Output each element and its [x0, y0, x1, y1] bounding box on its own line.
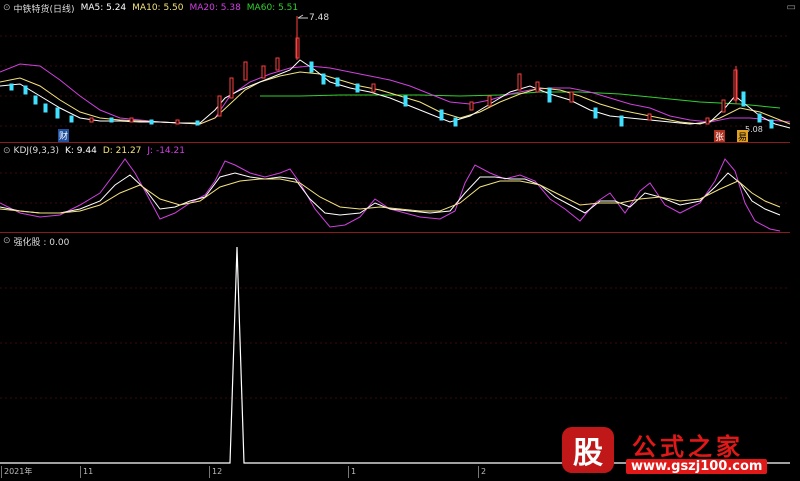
kdj-k-line: [0, 172, 781, 216]
watermark-url: www.gszj100.com: [626, 459, 768, 474]
high-price-label: 7.48: [309, 13, 330, 23]
time-axis-label: 2: [478, 466, 486, 478]
finance-marker[interactable]: 财: [58, 129, 70, 142]
watermark-brand: 公式之家: [632, 433, 744, 461]
price-chart: [0, 14, 791, 129]
time-axis-label: 12: [209, 466, 222, 478]
watermark-logo: 股: [562, 427, 614, 473]
watermark: 股 公式之家 www.gszj100.com: [560, 425, 800, 481]
price-panel[interactable]: ⊙ 中铁特货(日线) MA5: 5.24 MA10: 5.50 MA20: 5.…: [0, 0, 800, 143]
time-axis-label: 1: [348, 466, 356, 478]
kdj-chart: [0, 158, 790, 232]
time-axis-label: 2021年: [1, 466, 32, 478]
time-axis-label: 11: [80, 466, 93, 478]
kdj-panel[interactable]: ⊙ KDJ(9,3,3) K: 9.44 D: 21.27 J: -14.21: [0, 143, 800, 232]
